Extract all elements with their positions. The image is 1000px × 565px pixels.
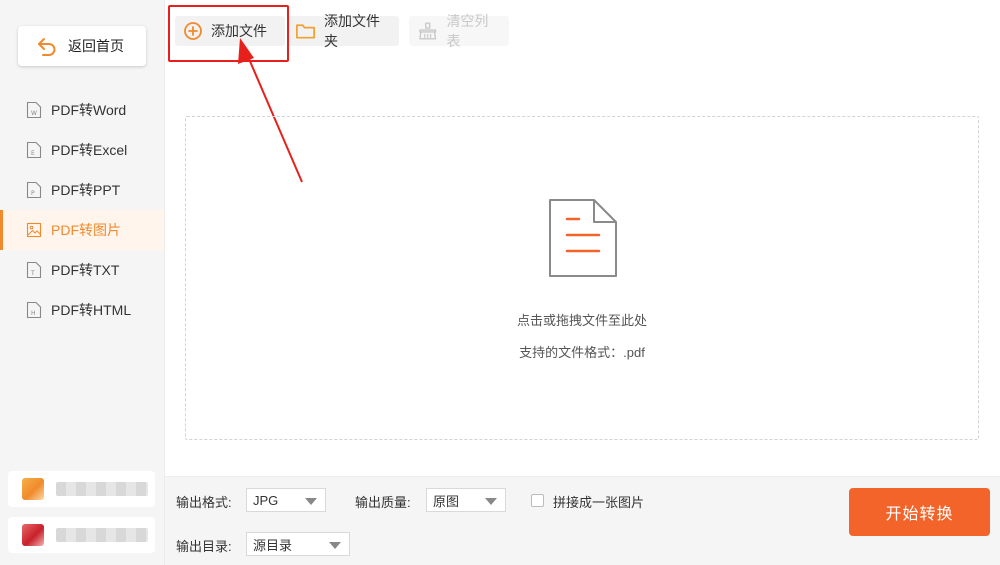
chevron-down-icon <box>485 498 497 505</box>
merge-images-label[interactable]: 拼接成一张图片 <box>553 492 644 511</box>
output-format-label: 输出格式: <box>176 495 232 510</box>
svg-text:W: W <box>31 110 37 117</box>
nav-item-label: PDF转TXT <box>51 262 120 278</box>
nav-item-pdf-to-ppt[interactable]: P PDF转PPT <box>0 170 164 210</box>
nav-item-pdf-to-image[interactable]: PDF转图片 <box>0 210 164 250</box>
output-settings-bar: 输出格式: JPG 输出质量: 原图 拼接成一张图片 输出目录: 源目录 开始转… <box>165 476 1000 565</box>
plus-circle-icon <box>184 22 202 40</box>
clear-list-button[interactable]: 清空列表 <box>409 13 509 49</box>
sidebar: 返回首页 W PDF转Word E PDF转Excel P PDF转PPT PD… <box>0 0 165 565</box>
nav-item-label: PDF转HTML <box>51 302 132 318</box>
nav-item-label: PDF转PPT <box>51 182 121 198</box>
ppt-doc-icon: P <box>26 181 42 199</box>
blurred-text <box>56 482 148 496</box>
folder-icon <box>296 24 315 39</box>
supported-formats-text: 支持的文件格式：.pdf <box>519 345 645 360</box>
output-quality-select[interactable]: 原图 <box>426 488 506 512</box>
app-logo-icon <box>22 478 44 500</box>
chevron-down-icon <box>305 498 317 505</box>
add-file-button[interactable]: 添加文件 <box>175 16 285 46</box>
add-folder-label: 添加文件夹 <box>324 13 381 49</box>
nav-item-pdf-to-txt[interactable]: T PDF转TXT <box>0 250 164 290</box>
output-format-value: JPG <box>253 492 279 508</box>
add-file-label: 添加文件 <box>211 23 267 39</box>
drop-hint-text: 点击或拖拽文件至此处 <box>516 313 647 328</box>
html-doc-icon: H <box>26 301 42 319</box>
image-icon <box>26 222 42 238</box>
svg-text:P: P <box>31 190 35 197</box>
output-dir-label: 输出目录: <box>176 539 232 554</box>
chevron-down-icon <box>329 542 341 549</box>
svg-text:E: E <box>31 150 35 157</box>
word-doc-icon: W <box>26 101 42 119</box>
txt-doc-icon: T <box>26 261 42 279</box>
excel-doc-icon: E <box>26 141 42 159</box>
promo-banner-2[interactable] <box>8 517 155 553</box>
blurred-text <box>56 528 148 542</box>
output-format-select[interactable]: JPG <box>246 488 326 512</box>
start-convert-button[interactable]: 开始转换 <box>849 488 990 536</box>
output-quality-value: 原图 <box>433 493 460 509</box>
conversion-nav: W PDF转Word E PDF转Excel P PDF转PPT PDF转图片 … <box>0 90 164 330</box>
add-folder-button[interactable]: 添加文件夹 <box>287 13 399 49</box>
nav-item-label: PDF转Word <box>51 102 127 118</box>
file-drop-zone[interactable]: 点击或拖拽文件至此处 支持的文件格式：.pdf <box>185 116 979 440</box>
output-quality-label: 输出质量: <box>355 495 411 510</box>
nav-item-pdf-to-word[interactable]: W PDF转Word <box>0 90 164 130</box>
back-home-label: 返回首页 <box>68 38 124 54</box>
document-icon <box>549 199 617 277</box>
broom-icon <box>419 22 437 40</box>
promo-banner-1[interactable] <box>8 471 155 507</box>
output-dir-select[interactable]: 源目录 <box>246 532 350 556</box>
toolbar: 添加文件 添加文件夹 清空列表 <box>165 0 1000 62</box>
back-home-button[interactable]: 返回首页 <box>18 26 146 66</box>
clear-list-label: 清空列表 <box>446 13 489 49</box>
nav-item-label: PDF转图片 <box>51 222 121 238</box>
nav-item-label: PDF转Excel <box>51 142 128 158</box>
app-logo-icon <box>22 524 44 546</box>
svg-text:T: T <box>30 270 35 277</box>
nav-item-pdf-to-excel[interactable]: E PDF转Excel <box>0 130 164 170</box>
output-dir-value: 源目录 <box>253 537 293 553</box>
svg-text:H: H <box>31 310 36 317</box>
nav-item-pdf-to-html[interactable]: H PDF转HTML <box>0 290 164 330</box>
merge-images-checkbox[interactable] <box>531 494 544 507</box>
back-arrow-icon <box>38 38 56 56</box>
